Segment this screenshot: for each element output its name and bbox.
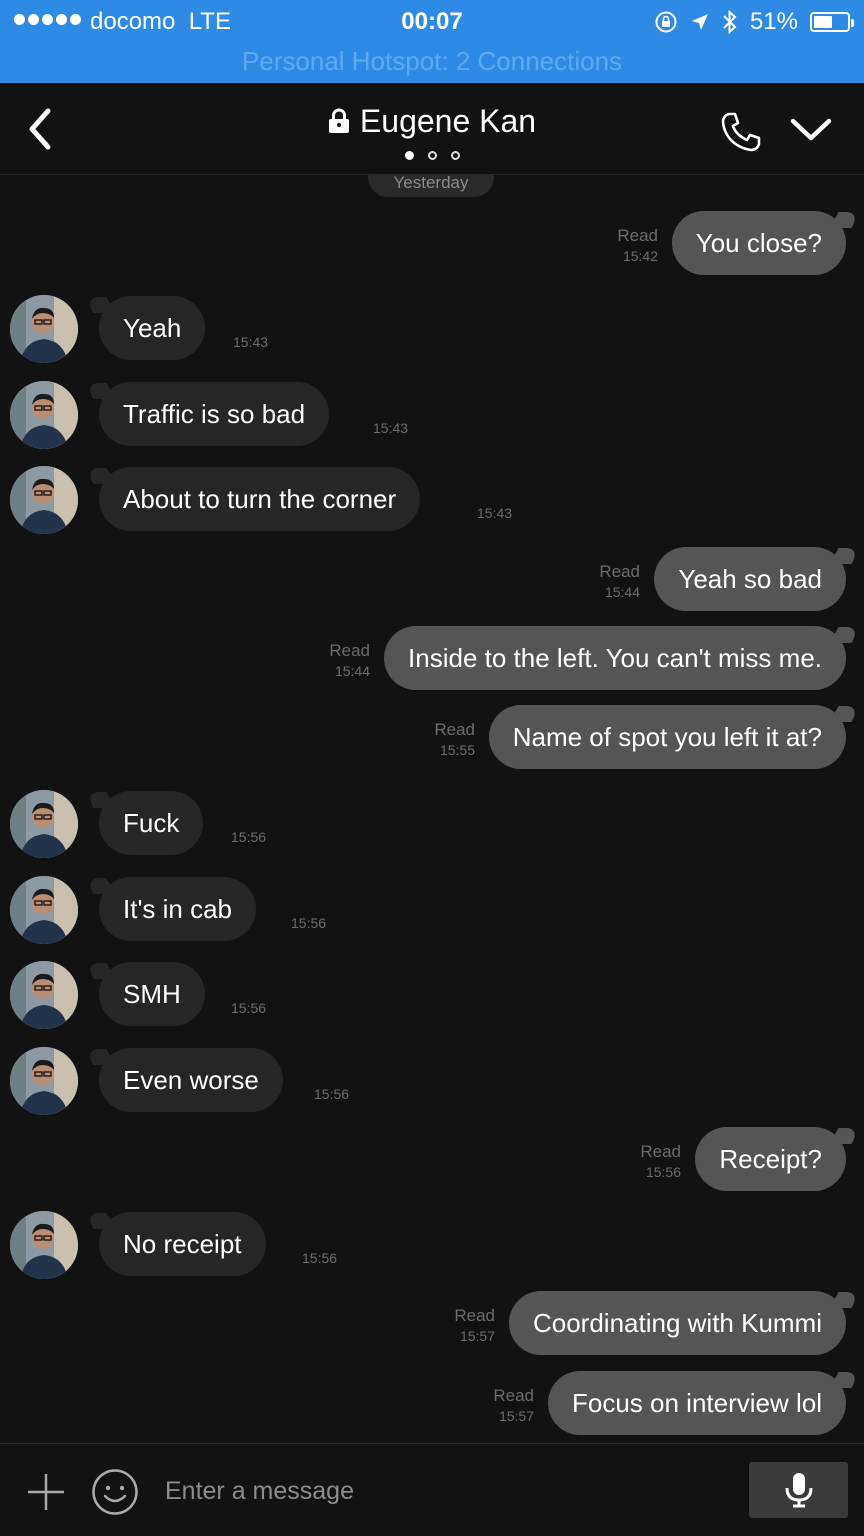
rotation-lock-icon bbox=[655, 11, 677, 33]
page-dot bbox=[450, 151, 460, 160]
voice-message-button[interactable] bbox=[749, 1462, 848, 1518]
message-bubble[interactable]: Yeah bbox=[99, 296, 206, 360]
read-receipt: Read 15:44 bbox=[329, 640, 370, 682]
message-bubble[interactable]: Coordinating with Kummi bbox=[508, 1291, 846, 1355]
bluetooth-icon bbox=[723, 9, 737, 35]
incoming-message: About to turn the corner 15:43 bbox=[0, 466, 864, 534]
message-bubble[interactable]: Name of spot you left it at? bbox=[488, 705, 846, 769]
read-receipt: Read 15:57 bbox=[454, 1305, 495, 1347]
battery-percentage: 51% bbox=[749, 8, 798, 35]
contact-avatar[interactable] bbox=[10, 466, 78, 534]
outgoing-message: Focus on interview lol Read 15:57 bbox=[0, 1371, 864, 1435]
outgoing-message: Yeah so bad Read 15:44 bbox=[0, 547, 864, 611]
message-bubble[interactable]: Fuck bbox=[99, 791, 204, 855]
chat-header: Eugene Kan bbox=[0, 83, 864, 175]
message-input[interactable] bbox=[165, 1466, 725, 1516]
incoming-message: Fuck 15:56 bbox=[0, 790, 864, 858]
page-dot bbox=[427, 151, 437, 160]
outgoing-message: Name of spot you left it at? Read 15:55 bbox=[0, 705, 864, 769]
read-receipt: Read 15:56 bbox=[640, 1141, 681, 1183]
read-label: Read bbox=[434, 720, 475, 739]
message-bubble[interactable]: Receipt? bbox=[695, 1127, 846, 1191]
day-separator: Yesterday bbox=[368, 175, 494, 197]
contact-avatar[interactable] bbox=[10, 961, 78, 1029]
phone-icon[interactable] bbox=[720, 111, 762, 153]
incoming-message: No receipt 15:56 bbox=[0, 1211, 864, 1279]
message-time: 15:43 bbox=[373, 420, 409, 436]
location-arrow-icon bbox=[691, 14, 708, 30]
message-bubble[interactable]: Yeah so bad bbox=[654, 547, 846, 611]
outgoing-message: Receipt? Read 15:56 bbox=[0, 1127, 864, 1191]
message-list[interactable]: Yesterday You close? Read 15:42 Yeah 15:43 Tr… bbox=[0, 175, 864, 1443]
lock-icon bbox=[328, 108, 349, 133]
message-time: 15:44 bbox=[334, 663, 370, 679]
message-time: 15:43 bbox=[233, 334, 269, 350]
smiley-icon[interactable] bbox=[91, 1468, 139, 1516]
outgoing-message: You close? Read 15:42 bbox=[0, 211, 864, 275]
incoming-message: Even worse 15:56 bbox=[0, 1047, 864, 1115]
message-time: 15:57 bbox=[498, 1408, 534, 1424]
read-label: Read bbox=[640, 1142, 681, 1161]
hotspot-banner[interactable]: Personal Hotspot: 2 Connections bbox=[0, 46, 864, 77]
read-label: Read bbox=[599, 562, 640, 581]
contact-avatar[interactable] bbox=[10, 295, 78, 363]
battery-icon bbox=[810, 12, 854, 32]
read-label: Read bbox=[329, 641, 370, 660]
message-time: 15:56 bbox=[302, 1250, 338, 1266]
message-time: 15:56 bbox=[314, 1086, 350, 1102]
message-bubble[interactable]: About to turn the corner bbox=[99, 467, 421, 531]
read-receipt: Read 15:44 bbox=[599, 561, 640, 603]
plus-icon[interactable] bbox=[26, 1472, 66, 1512]
message-bubble[interactable]: It's in cab bbox=[99, 877, 257, 941]
contact-avatar[interactable] bbox=[10, 790, 78, 858]
outgoing-message: Coordinating with Kummi Read 15:57 bbox=[0, 1291, 864, 1355]
message-time: 15:56 bbox=[231, 829, 267, 845]
message-bubble[interactable]: Inside to the left. You can't miss me. bbox=[384, 626, 846, 690]
read-receipt: Read 15:57 bbox=[493, 1385, 534, 1427]
microphone-icon bbox=[785, 1473, 812, 1508]
message-time: 15:57 bbox=[459, 1328, 495, 1344]
message-bubble[interactable]: No receipt bbox=[99, 1212, 266, 1276]
contact-avatar[interactable] bbox=[10, 1211, 78, 1279]
contact-avatar[interactable] bbox=[10, 876, 78, 944]
message-time: 15:44 bbox=[604, 584, 640, 600]
message-bubble[interactable]: Even worse bbox=[99, 1048, 283, 1112]
page-dot bbox=[404, 151, 414, 160]
message-time: 15:56 bbox=[231, 1000, 267, 1016]
status-bar: docomo LTE 00:07 51% Personal Hotspot: 2… bbox=[0, 0, 864, 83]
message-bubble[interactable]: Focus on interview lol bbox=[548, 1371, 846, 1435]
incoming-message: Yeah 15:43 bbox=[0, 295, 864, 363]
message-time: 15:56 bbox=[645, 1164, 681, 1180]
read-label: Read bbox=[617, 226, 658, 245]
incoming-message: SMH 15:56 bbox=[0, 961, 864, 1029]
contact-avatar[interactable] bbox=[10, 1047, 78, 1115]
message-time: 15:55 bbox=[439, 742, 475, 758]
read-receipt: Read 15:42 bbox=[617, 225, 658, 267]
chevron-down-icon[interactable] bbox=[790, 117, 832, 143]
outgoing-message: Inside to the left. You can't miss me. Re… bbox=[0, 626, 864, 690]
read-receipt: Read 15:55 bbox=[434, 719, 475, 761]
message-bubble[interactable]: You close? bbox=[671, 211, 846, 275]
contact-avatar[interactable] bbox=[10, 381, 78, 449]
message-time: 15:56 bbox=[291, 915, 327, 931]
message-time: 15:42 bbox=[622, 248, 658, 264]
incoming-message: Traffic is so bad 15:43 bbox=[0, 381, 864, 449]
incoming-message: It's in cab 15:56 bbox=[0, 876, 864, 944]
contact-name: Eugene Kan bbox=[359, 103, 537, 139]
read-label: Read bbox=[454, 1306, 495, 1325]
message-composer bbox=[0, 1443, 864, 1536]
message-bubble[interactable]: Traffic is so bad bbox=[99, 382, 330, 446]
message-bubble[interactable]: SMH bbox=[99, 962, 205, 1026]
message-time: 15:43 bbox=[477, 505, 513, 521]
read-label: Read bbox=[493, 1386, 534, 1405]
